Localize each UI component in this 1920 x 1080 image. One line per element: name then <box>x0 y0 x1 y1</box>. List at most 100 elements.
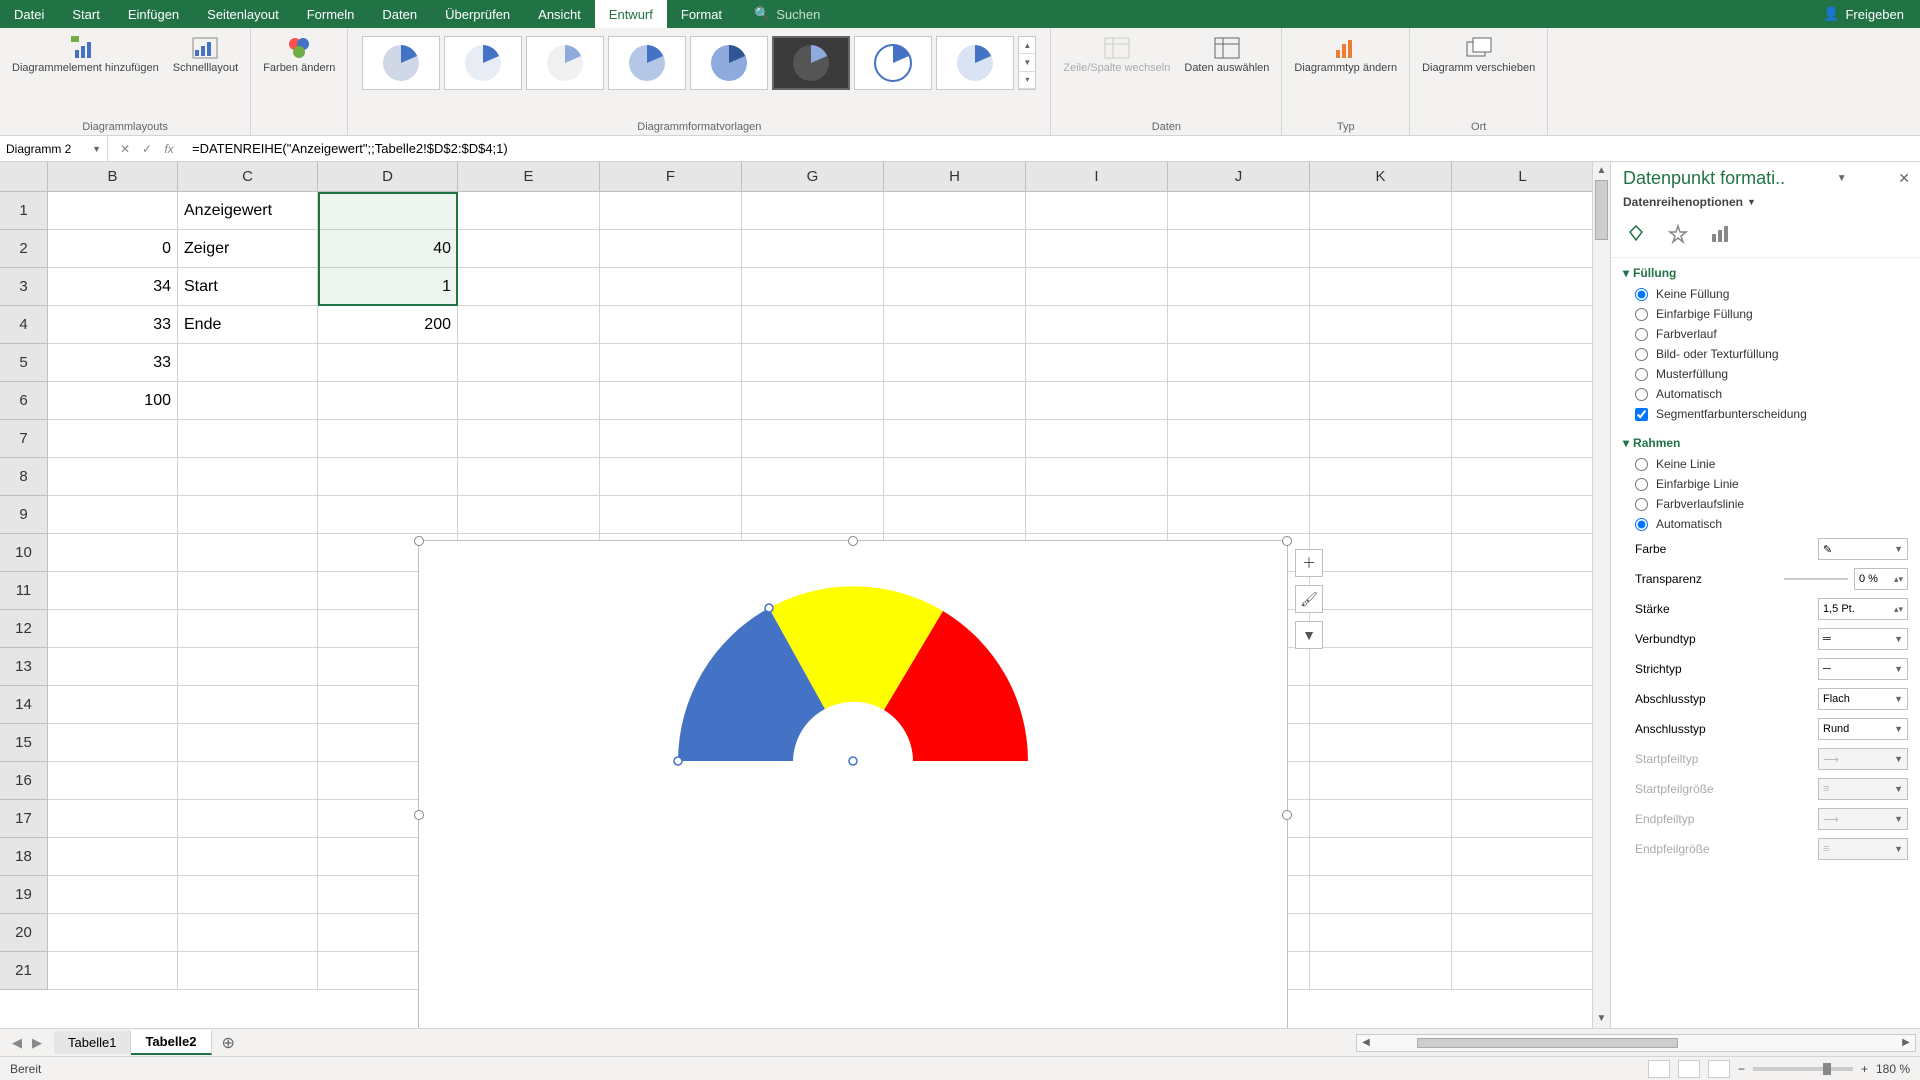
cell-F7[interactable] <box>600 420 742 458</box>
cell-B15[interactable] <box>48 724 178 762</box>
cell-I4[interactable] <box>1026 306 1168 344</box>
cell-J3[interactable] <box>1168 268 1310 306</box>
cell-G1[interactable] <box>742 192 884 230</box>
zoom-slider[interactable] <box>1753 1067 1853 1071</box>
cell-C14[interactable] <box>178 686 318 724</box>
formula-input[interactable]: =DATENREIHE("Anzeigewert";;Tabelle2!$D$2… <box>186 136 1920 161</box>
cell-K11[interactable] <box>1310 572 1452 610</box>
cell-G9[interactable] <box>742 496 884 534</box>
cell-D4[interactable]: 200 <box>318 306 458 344</box>
chart-style-4[interactable] <box>608 36 686 90</box>
cell-B9[interactable] <box>48 496 178 534</box>
row-header-9[interactable]: 9 <box>0 496 48 534</box>
cell-D7[interactable] <box>318 420 458 458</box>
row-header-1[interactable]: 1 <box>0 192 48 230</box>
zoom-in-button[interactable]: + <box>1861 1062 1868 1076</box>
cell-C11[interactable] <box>178 572 318 610</box>
tab-einfuegen[interactable]: Einfügen <box>114 0 193 28</box>
col-header-H[interactable]: H <box>884 162 1026 192</box>
cell-K18[interactable] <box>1310 838 1452 876</box>
fill-auto-radio[interactable]: Automatisch <box>1623 384 1908 404</box>
sheet-tab-tabelle2[interactable]: Tabelle2 <box>131 1030 211 1055</box>
add-chart-element-button[interactable]: Diagrammelement hinzufügen <box>8 32 163 77</box>
cell-C10[interactable] <box>178 534 318 572</box>
cell-J9[interactable] <box>1168 496 1310 534</box>
cell-K1[interactable] <box>1310 192 1452 230</box>
cell-K2[interactable] <box>1310 230 1452 268</box>
row-header-19[interactable]: 19 <box>0 876 48 914</box>
cell-J5[interactable] <box>1168 344 1310 382</box>
cell-E1[interactable] <box>458 192 600 230</box>
cell-H7[interactable] <box>884 420 1026 458</box>
cell-K17[interactable] <box>1310 800 1452 838</box>
tell-me-search[interactable]: 🔍 Suchen <box>754 6 820 22</box>
cell-I5[interactable] <box>1026 344 1168 382</box>
cell-E4[interactable] <box>458 306 600 344</box>
cell-C8[interactable] <box>178 458 318 496</box>
row-header-5[interactable]: 5 <box>0 344 48 382</box>
zoom-out-button[interactable]: − <box>1738 1062 1745 1076</box>
quick-layout-button[interactable]: Schnelllayout <box>169 32 242 77</box>
cell-K4[interactable] <box>1310 306 1452 344</box>
cell-F5[interactable] <box>600 344 742 382</box>
compound-type-select[interactable]: ═▼ <box>1818 628 1908 650</box>
border-solid-radio[interactable]: Einfarbige Linie <box>1623 474 1908 494</box>
cell-L21[interactable] <box>1452 952 1594 990</box>
cell-I3[interactable] <box>1026 268 1168 306</box>
cell-L14[interactable] <box>1452 686 1594 724</box>
cell-G8[interactable] <box>742 458 884 496</box>
row-header-20[interactable]: 20 <box>0 914 48 952</box>
row-header-17[interactable]: 17 <box>0 800 48 838</box>
transparency-slider[interactable] <box>1784 578 1848 580</box>
cell-K8[interactable] <box>1310 458 1452 496</box>
dash-type-select[interactable]: ─▼ <box>1818 658 1908 680</box>
cell-J2[interactable] <box>1168 230 1310 268</box>
chart-style-6[interactable] <box>772 36 850 90</box>
cell-B3[interactable]: 34 <box>48 268 178 306</box>
chart-style-7[interactable] <box>854 36 932 90</box>
cell-J8[interactable] <box>1168 458 1310 496</box>
cell-K19[interactable] <box>1310 876 1452 914</box>
chart-object[interactable]: Tacho Anzeigewert ＋ 🖌 ▼ <box>418 540 1288 1028</box>
chart-filters-button[interactable]: ▼ <box>1295 621 1323 649</box>
cell-C17[interactable] <box>178 800 318 838</box>
chart-style-8[interactable] <box>936 36 1014 90</box>
row-header-3[interactable]: 3 <box>0 268 48 306</box>
row-header-10[interactable]: 10 <box>0 534 48 572</box>
cell-D6[interactable] <box>318 382 458 420</box>
cell-D8[interactable] <box>318 458 458 496</box>
chart-elements-button[interactable]: ＋ <box>1295 549 1323 577</box>
cell-L1[interactable] <box>1452 192 1594 230</box>
cell-F3[interactable] <box>600 268 742 306</box>
cell-C5[interactable] <box>178 344 318 382</box>
transparency-input[interactable]: 0 %▴▾ <box>1854 568 1908 590</box>
fill-none-radio[interactable]: Keine Füllung <box>1623 284 1908 304</box>
fill-solid-radio[interactable]: Einfarbige Füllung <box>1623 304 1908 324</box>
tab-formeln[interactable]: Formeln <box>293 0 369 28</box>
cell-G7[interactable] <box>742 420 884 458</box>
cell-I7[interactable] <box>1026 420 1168 458</box>
cell-C3[interactable]: Start <box>178 268 318 306</box>
cell-L2[interactable] <box>1452 230 1594 268</box>
cell-E7[interactable] <box>458 420 600 458</box>
cell-C2[interactable]: Zeiger <box>178 230 318 268</box>
worksheet-grid[interactable]: BCDEFGHIJKL1Anzeigewert20Zeiger40334Star… <box>0 162 1610 1028</box>
cell-F4[interactable] <box>600 306 742 344</box>
cell-K5[interactable] <box>1310 344 1452 382</box>
cell-I1[interactable] <box>1026 192 1168 230</box>
tab-format[interactable]: Format <box>667 0 736 28</box>
cell-F1[interactable] <box>600 192 742 230</box>
cell-J6[interactable] <box>1168 382 1310 420</box>
cell-L9[interactable] <box>1452 496 1594 534</box>
cell-B18[interactable] <box>48 838 178 876</box>
name-box-dropdown-icon[interactable]: ▼ <box>92 144 101 154</box>
col-header-F[interactable]: F <box>600 162 742 192</box>
zoom-level[interactable]: 180 % <box>1876 1062 1910 1076</box>
cell-E6[interactable] <box>458 382 600 420</box>
cell-K3[interactable] <box>1310 268 1452 306</box>
pane-tab-fill[interactable] <box>1623 221 1649 247</box>
row-header-15[interactable]: 15 <box>0 724 48 762</box>
cell-B7[interactable] <box>48 420 178 458</box>
pane-close-button[interactable]: ✕ <box>1898 170 1910 187</box>
row-header-6[interactable]: 6 <box>0 382 48 420</box>
